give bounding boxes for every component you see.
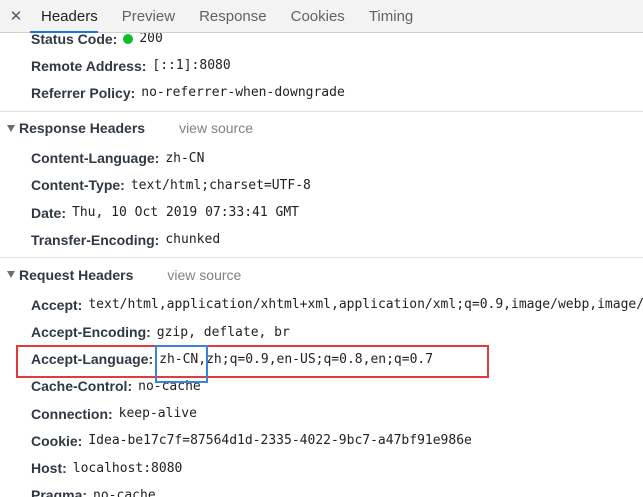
header-row: Cache-Control: no-cache: [0, 373, 643, 400]
header-key: Cache-Control:: [31, 378, 133, 395]
header-row: Connection: keep-alive: [0, 400, 643, 427]
header-key: Accept-Language:: [31, 351, 154, 368]
remote-address-row: Remote Address: [::1]:8080: [0, 52, 643, 79]
header-value: keep-alive: [118, 406, 197, 422]
header-key: Referrer Policy:: [31, 84, 136, 101]
header-value: Idea-be17c7f=87564d1d-2335-4022-9bc7-a47…: [88, 433, 472, 449]
tab-preview[interactable]: Preview: [110, 0, 187, 32]
header-value: 200: [139, 33, 163, 47]
header-key: Transfer-Encoding:: [31, 231, 160, 248]
triangle-down-icon: [7, 124, 15, 132]
tab-cookies[interactable]: Cookies: [279, 0, 357, 32]
header-row: Accept-Language: zh-CN,zh;q=0.9,en-US;q=0…: [0, 346, 643, 373]
headers-scroll-area: Status Code: 200 Remote Address: [::1]:8…: [0, 33, 643, 497]
status-code-row: Status Code: 200: [0, 33, 643, 52]
header-row: Content-Language: zh-CN: [0, 145, 643, 172]
header-row: Pragma: no-cache: [0, 482, 643, 497]
status-dot-icon: [123, 33, 134, 44]
header-row: Date: Thu, 10 Oct 2019 07:33:41 GMT: [0, 199, 643, 226]
header-value: gzip, deflate, br: [156, 324, 290, 340]
header-value: text/html;charset=UTF-8: [130, 177, 311, 193]
section-title: Response Headers: [19, 120, 146, 137]
close-icon[interactable]: ✕: [0, 0, 32, 32]
header-key: Accept-Encoding:: [31, 324, 151, 341]
response-headers-section-header[interactable]: Response Headers view source: [0, 110, 643, 145]
header-key: Host:: [31, 460, 67, 477]
header-key: Content-Type:: [31, 177, 125, 194]
headers-content[interactable]: Status Code: 200 Remote Address: [::1]:8…: [0, 33, 643, 497]
header-value: zh-CN: [165, 150, 205, 166]
header-row: Accept: text/html,application/xhtml+xml,a…: [0, 291, 643, 318]
header-key: Pragma:: [31, 487, 88, 497]
devtools-network-headers-panel: ✕ Headers Preview Response Cookies Timin…: [0, 0, 643, 497]
tab-timing[interactable]: Timing: [357, 0, 425, 32]
header-key: Remote Address:: [31, 57, 147, 74]
triangle-down-icon: [7, 271, 15, 279]
header-key: Cookie:: [31, 432, 83, 449]
request-headers-list: Accept: text/html,application/xhtml+xml,a…: [0, 291, 643, 497]
header-key: Date:: [31, 204, 67, 221]
response-headers-list: Content-Language: zh-CN Content-Type: text/…: [0, 145, 643, 254]
header-row: Host: localhost:8080: [0, 454, 643, 481]
section-title: Request Headers: [19, 266, 134, 283]
header-key: Accept:: [31, 296, 83, 313]
header-key: Status Code:: [31, 33, 118, 47]
view-source-link[interactable]: view source: [167, 267, 241, 283]
header-row: Cookie: Idea-be17c7f=87564d1d-2335-4022-9…: [0, 427, 643, 454]
header-key: Content-Language:: [31, 150, 160, 167]
header-value: chunked: [165, 232, 221, 248]
request-headers-section-header[interactable]: Request Headers view source: [0, 257, 643, 291]
header-value: Thu, 10 Oct 2019 07:33:41 GMT: [72, 205, 299, 221]
header-value: no-cache: [138, 378, 201, 394]
header-row: Accept-Encoding: gzip, deflate, br: [0, 319, 643, 346]
header-value: localhost:8080: [72, 460, 183, 476]
header-key: Connection:: [31, 405, 113, 422]
header-value: zh-CN,zh;q=0.9,en-US;q=0.8,en;q=0.7: [159, 351, 434, 367]
header-value: text/html,application/xhtml+xml,applicat…: [88, 297, 643, 313]
tab-response[interactable]: Response: [187, 0, 279, 32]
header-value: no-referrer-when-downgrade: [141, 85, 345, 101]
header-value: [::1]:8080: [152, 58, 231, 74]
tab-bar: ✕ Headers Preview Response Cookies Timin…: [0, 0, 643, 33]
header-row: Transfer-Encoding: chunked: [0, 226, 643, 253]
referrer-policy-row: Referrer Policy: no-referrer-when-downgr…: [0, 79, 643, 106]
view-source-link[interactable]: view source: [179, 120, 253, 136]
header-value: no-cache: [93, 487, 156, 497]
tab-headers[interactable]: Headers: [30, 0, 110, 33]
header-row: Content-Type: text/html;charset=UTF-8: [0, 172, 643, 199]
